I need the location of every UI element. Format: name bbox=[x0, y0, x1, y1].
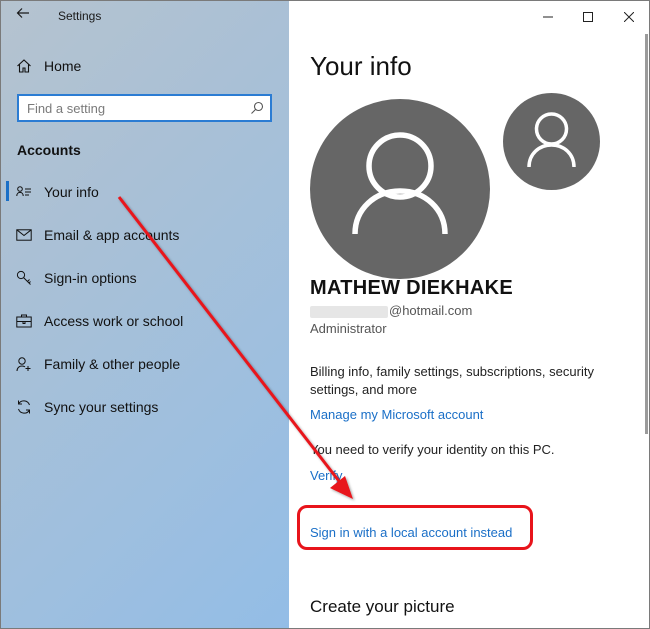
account-role: Administrator bbox=[310, 321, 387, 336]
app-title: Settings bbox=[58, 9, 102, 23]
user-silhouette-icon bbox=[527, 112, 576, 168]
sidebar-item-label: Email & app accounts bbox=[44, 227, 180, 243]
back-arrow-icon[interactable] bbox=[13, 6, 33, 25]
sidebar-item-sign-in[interactable]: Sign-in options bbox=[1, 258, 289, 298]
sidebar-item-work-school[interactable]: Access work or school bbox=[1, 301, 289, 341]
sync-icon bbox=[15, 398, 33, 416]
person-card-icon bbox=[15, 183, 33, 201]
sidebar-item-label: Home bbox=[44, 58, 82, 74]
mail-icon bbox=[15, 226, 33, 244]
avatar-small[interactable] bbox=[503, 93, 600, 190]
section-heading: Accounts bbox=[17, 142, 81, 158]
page-title: Your info bbox=[310, 51, 412, 81]
sidebar-item-home[interactable]: Home bbox=[1, 46, 289, 86]
sidebar-item-label: Access work or school bbox=[44, 313, 184, 329]
sidebar-item-sync[interactable]: Sync your settings bbox=[1, 387, 289, 427]
user-silhouette-icon bbox=[352, 132, 448, 235]
sidebar-item-label: Family & other people bbox=[44, 356, 181, 372]
key-icon bbox=[15, 269, 33, 287]
annotation-highlight-box bbox=[297, 505, 533, 550]
close-icon bbox=[624, 12, 634, 22]
email-domain: @hotmail.com bbox=[389, 303, 473, 318]
search-input[interactable] bbox=[27, 99, 247, 117]
minimize-button[interactable] bbox=[533, 7, 563, 27]
manage-account-link[interactable]: Manage my Microsoft account bbox=[310, 407, 483, 422]
search-icon[interactable] bbox=[250, 101, 264, 115]
verify-identity-text: You need to verify your identity on this… bbox=[310, 442, 555, 457]
sidebar-item-family[interactable]: Family & other people bbox=[1, 344, 289, 384]
user-name: MATHEW DIEKHAKE bbox=[310, 277, 514, 299]
minimize-icon bbox=[543, 16, 553, 18]
person-add-icon bbox=[15, 355, 33, 373]
create-picture-heading: Create your picture bbox=[310, 597, 455, 616]
sidebar: Settings Home Accounts Your info bbox=[1, 1, 289, 628]
verify-link[interactable]: Verify bbox=[310, 468, 343, 483]
sidebar-item-label: Sync your settings bbox=[44, 399, 159, 415]
home-icon bbox=[15, 57, 33, 75]
billing-description: Billing info, family settings, subscript… bbox=[310, 364, 594, 397]
maximize-icon bbox=[583, 12, 593, 22]
title-bar: Settings bbox=[1, 1, 289, 33]
maximize-button[interactable] bbox=[573, 7, 603, 27]
user-email: @hotmail.com bbox=[310, 303, 472, 318]
briefcase-icon bbox=[15, 312, 33, 330]
avatar bbox=[310, 99, 490, 279]
search-box[interactable] bbox=[17, 94, 272, 122]
sidebar-item-label: Sign-in options bbox=[44, 270, 137, 286]
close-button[interactable] bbox=[614, 7, 644, 27]
sidebar-item-email[interactable]: Email & app accounts bbox=[1, 215, 289, 255]
sidebar-item-your-info[interactable]: Your info bbox=[1, 172, 289, 212]
scrollbar[interactable] bbox=[645, 34, 648, 434]
redacted-email-local-part bbox=[310, 305, 388, 318]
sidebar-item-label: Your info bbox=[44, 184, 99, 200]
